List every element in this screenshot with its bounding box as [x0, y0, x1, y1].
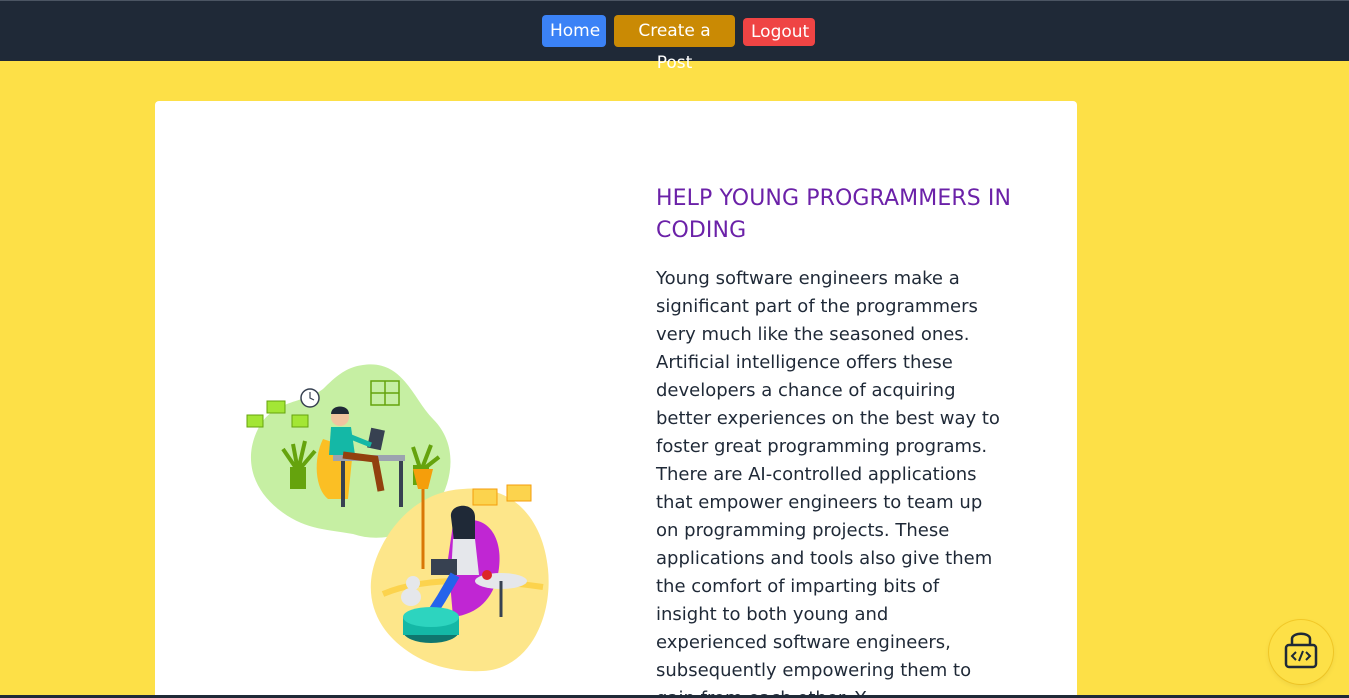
article-heading: HELP YOUNG PROGRAMMERS IN CODING [656, 186, 1012, 243]
article-card: HELP YOUNG PROGRAMMERS IN CODING Young s… [155, 101, 1077, 698]
home-button[interactable]: Home [542, 15, 606, 47]
article-body: Young software engineers make a signific… [656, 268, 1000, 698]
navbar: Home Create a Post Logout [0, 0, 1349, 73]
create-post-button[interactable]: Create a Post [614, 15, 735, 73]
people-coding-illustration [246, 364, 549, 672]
lock-code-icon[interactable] [1269, 620, 1333, 684]
logout-button[interactable]: Logout [743, 18, 815, 46]
